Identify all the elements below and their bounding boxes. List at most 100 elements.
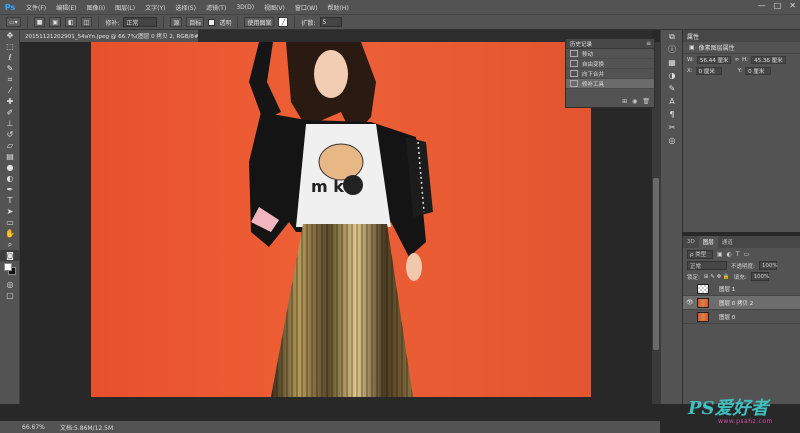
document-size[interactable]: 文档:5.86M/12.5M (60, 423, 113, 432)
quick-mask-icon[interactable]: ◎ (0, 279, 20, 290)
panel-menu-icon[interactable]: ≡ (646, 40, 651, 47)
y-field[interactable]: 0 厘米 (745, 66, 772, 75)
foreground-color-swatch[interactable] (4, 263, 12, 271)
tab-channels[interactable]: 通道 (718, 236, 737, 248)
eyedropper-tool-icon[interactable]: ⁄ (0, 85, 20, 96)
tool-preset-picker[interactable]: ▭▾ (6, 17, 21, 27)
photoshop-logo: Ps (4, 2, 16, 12)
scrollbar-thumb[interactable] (653, 178, 659, 350)
opacity-field[interactable]: 100% (758, 261, 778, 270)
new-document-icon[interactable]: ⊞ (622, 98, 627, 105)
lock-icons[interactable]: ⊞ ✎ ✥ 🔒 (704, 274, 730, 280)
filter-type-icon[interactable]: T (736, 251, 740, 258)
history-item[interactable]: 向下合并 (566, 69, 654, 79)
menu-type[interactable]: 文字(Y) (140, 3, 170, 12)
document-image[interactable]: m k (91, 42, 591, 397)
layer-name: 图层 0 拷贝 2 (719, 300, 754, 307)
history-panel-icon[interactable]: ⧉ (661, 30, 683, 43)
patch-mode-select[interactable]: 正常 (123, 17, 158, 27)
intersect-selection-icon[interactable]: ◫ (80, 17, 93, 27)
source-button[interactable]: 源 (170, 17, 183, 27)
blend-mode-select[interactable]: 正常 (687, 261, 727, 270)
use-pattern-button[interactable]: 使用图案 (244, 17, 275, 27)
character-panel-icon[interactable]: A (661, 95, 683, 108)
layer-row[interactable]: 图层 0 (683, 310, 800, 324)
adjustments-panel-icon[interactable]: ◑ (661, 69, 683, 82)
width-field[interactable]: 56.44 厘米 (696, 55, 732, 64)
menu-layer[interactable]: 图层(L) (110, 3, 140, 12)
patch-tool-icon[interactable]: ◙ (0, 250, 20, 261)
menu-view[interactable]: 视图(V) (259, 3, 290, 12)
zoom-tool-icon[interactable]: ⌕ (0, 239, 20, 250)
diffusion-select[interactable]: 5 (319, 17, 342, 27)
dodge-tool-icon[interactable]: ◐ (0, 173, 20, 184)
pen-tool-icon[interactable]: ✒ (0, 184, 20, 195)
paragraph-panel-icon[interactable]: ¶ (661, 108, 683, 121)
close-button[interactable]: ✕ (789, 1, 796, 10)
eraser-tool-icon[interactable]: ▱ (0, 140, 20, 151)
eye-icon[interactable]: 👁 (686, 299, 694, 306)
quick-select-tool-icon[interactable]: ✎ (0, 63, 20, 74)
properties-title[interactable]: 属性 (687, 32, 699, 41)
history-brush-tool-icon[interactable]: ↺ (0, 129, 20, 140)
height-field[interactable]: 45.36 厘米 (751, 55, 786, 64)
subtract-selection-icon[interactable]: ◧ (65, 17, 77, 27)
layer-row-selected[interactable]: 👁 图层 0 拷贝 2 (683, 296, 800, 310)
camera-icon[interactable]: ◉ (632, 98, 637, 105)
healing-brush-tool-icon[interactable]: ✚ (0, 96, 20, 107)
gradient-tool-icon[interactable]: ▤ (0, 151, 20, 162)
menu-file[interactable]: 文件(F) (21, 3, 51, 12)
color-swatches[interactable] (0, 261, 20, 279)
tab-layers[interactable]: 图层 (698, 236, 718, 248)
menu-window[interactable]: 窗口(W) (290, 3, 323, 12)
blur-tool-icon[interactable]: ● (0, 162, 20, 173)
pattern-picker[interactable]: ╱ (278, 17, 289, 27)
canvas-area[interactable]: m k (20, 42, 652, 404)
layer-filter-select[interactable]: ρ 类型 (687, 249, 713, 259)
path-selection-tool-icon[interactable]: ➤ (0, 206, 20, 217)
target-button[interactable]: 目标 (186, 17, 205, 27)
marquee-tool-icon[interactable]: ⬚ (0, 41, 20, 52)
brush-tool-icon[interactable]: ✐ (0, 107, 20, 118)
menu-help[interactable]: 帮助(H) (323, 3, 354, 12)
transparent-checkbox[interactable] (208, 18, 216, 26)
type-tool-icon[interactable]: T (0, 195, 20, 206)
layers-panel: 3D 图层 通道 ρ 类型 ▣ ◐ T ▭ 正常 不透明度: 100% 锁定: … (682, 236, 800, 404)
tab-3d[interactable]: 3D (683, 236, 699, 248)
hand-tool-icon[interactable]: ✋ (0, 228, 20, 239)
new-selection-icon[interactable]: ■ (33, 17, 46, 27)
lasso-tool-icon[interactable]: ℓ (0, 52, 20, 63)
zoom-level[interactable]: 66.67% (0, 424, 45, 431)
layer-row[interactable]: 图层 1 (683, 282, 800, 296)
add-selection-icon[interactable]: ▣ (49, 17, 62, 27)
brush-panel-icon[interactable]: ✎ (661, 82, 683, 95)
filter-shape-icon[interactable]: ▭ (744, 251, 750, 258)
link-icon[interactable]: ∞ (734, 57, 739, 63)
rectangle-tool-icon[interactable]: ▭ (0, 217, 20, 228)
maximize-button[interactable]: □ (774, 1, 782, 10)
screen-mode-icon[interactable]: ▢ (0, 290, 20, 301)
filter-adjust-icon[interactable]: ◐ (727, 251, 732, 258)
x-field[interactable]: 0 厘米 (695, 66, 722, 75)
clone-source-icon[interactable]: ◎ (661, 134, 683, 147)
menu-image[interactable]: 图像(I) (82, 3, 110, 12)
crop-tool-icon[interactable]: ⌗ (0, 74, 20, 85)
move-tool-icon[interactable]: ✥ (0, 30, 20, 41)
trash-icon[interactable]: 🗑 (642, 98, 650, 105)
document-tab[interactable]: 20151121202901_54aYn.jpeg @ 66.7%(图层 0 拷… (20, 30, 198, 42)
filter-pixel-icon[interactable]: ▣ (717, 251, 723, 258)
history-item[interactable]: 自由变换 (566, 59, 654, 69)
minimize-button[interactable]: — (758, 1, 766, 10)
menu-edit[interactable]: 编辑(E) (51, 3, 81, 12)
history-tab[interactable]: 历史记录 (570, 40, 592, 48)
swatches-panel-icon[interactable]: ▦ (661, 56, 683, 69)
menu-select[interactable]: 选择(S) (170, 3, 201, 12)
history-item[interactable]: 移动 (566, 49, 654, 59)
tools-presets-icon[interactable]: ✂ (661, 121, 683, 134)
info-panel-icon[interactable]: ⓘ (661, 43, 683, 56)
history-item-active[interactable]: 修补工具 (566, 79, 654, 89)
menu-filter[interactable]: 滤镜(T) (201, 3, 231, 12)
menu-3d[interactable]: 3D(D) (231, 4, 259, 11)
fill-field[interactable]: 100% (750, 272, 769, 281)
clone-stamp-tool-icon[interactable]: ⊥ (0, 118, 20, 129)
